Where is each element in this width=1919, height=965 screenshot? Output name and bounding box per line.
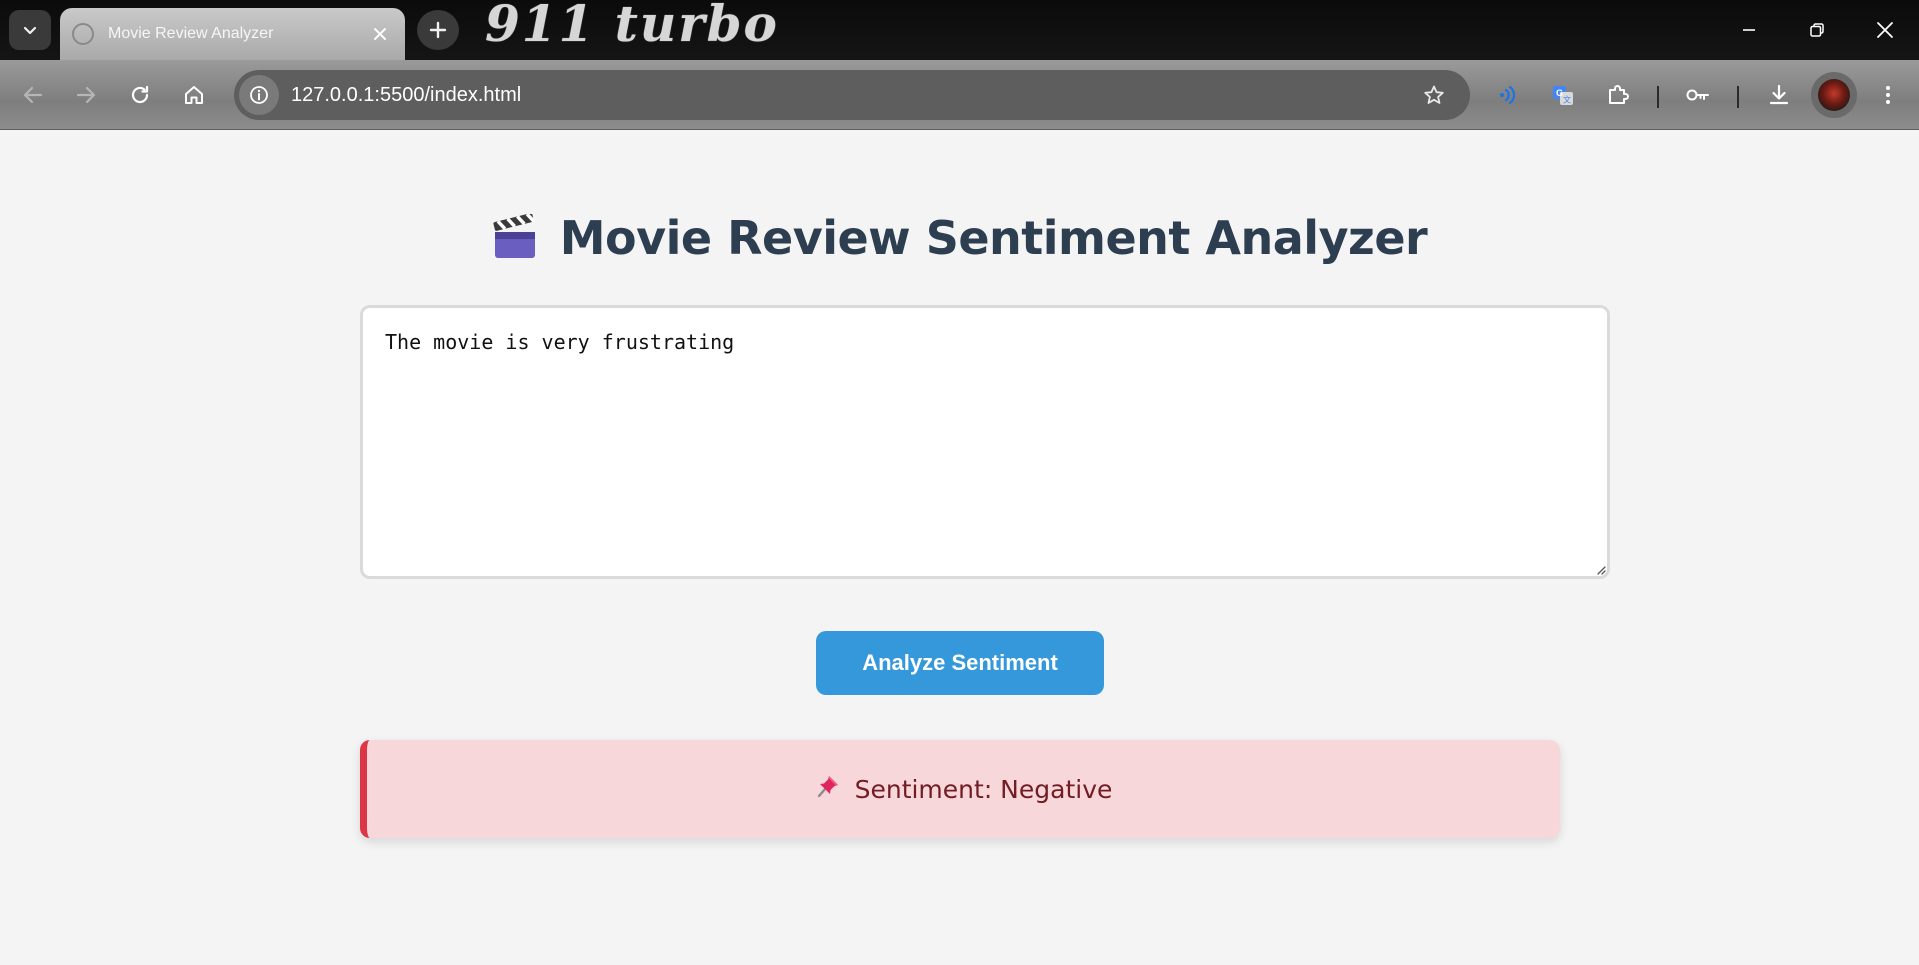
toolbar-divider <box>1737 86 1739 108</box>
close-icon <box>374 28 386 40</box>
downloads-button[interactable] <box>1757 73 1801 117</box>
back-button[interactable] <box>11 73 55 117</box>
translate-icon: G 文 <box>1553 86 1573 105</box>
restore-icon <box>1810 23 1824 37</box>
star-icon <box>1424 85 1444 104</box>
arrow-right-icon <box>76 86 96 104</box>
minimize-button[interactable] <box>1715 0 1783 60</box>
pushpin-icon <box>815 773 841 805</box>
reload-icon <box>131 85 149 104</box>
sentiment-result-text: Sentiment: Negative <box>854 774 1113 804</box>
globe-icon <box>72 23 94 45</box>
password-manager-button[interactable] <box>1676 73 1720 117</box>
clapperboard-icon <box>492 212 538 271</box>
chevron-down-icon <box>23 26 37 35</box>
tab-search-button[interactable] <box>9 10 51 50</box>
bookmark-button[interactable] <box>1412 73 1456 117</box>
tab-close-button[interactable] <box>369 23 391 45</box>
translate-button[interactable]: G 文 <box>1541 73 1585 117</box>
profile-avatar[interactable] <box>1811 72 1857 118</box>
close-icon <box>1877 22 1893 38</box>
resize-handle-icon[interactable] <box>1594 563 1606 575</box>
browser-toolbar: 127.0.0.1:5500/index.html G 文 <box>0 60 1919 130</box>
puzzle-icon <box>1609 85 1629 104</box>
review-input[interactable]: The movie is very frustrating <box>360 305 1610 579</box>
restore-button[interactable] <box>1783 0 1851 60</box>
plus-icon <box>429 21 447 39</box>
tab-title: Movie Review Analyzer <box>108 25 274 42</box>
page-title-text: Movie Review Sentiment Analyzer <box>559 211 1428 265</box>
info-icon <box>250 86 268 104</box>
home-icon <box>185 86 203 104</box>
close-window-button[interactable] <box>1851 0 1919 60</box>
site-info-button[interactable] <box>239 75 279 115</box>
svg-text:G: G <box>1556 88 1563 98</box>
more-vertical-icon <box>1886 86 1890 104</box>
key-icon <box>1686 89 1709 101</box>
sentiment-result: Sentiment: Negative <box>360 740 1560 838</box>
address-bar[interactable]: 127.0.0.1:5500/index.html <box>234 70 1470 120</box>
extensions-button[interactable] <box>1596 73 1640 117</box>
home-button[interactable] <box>172 73 216 117</box>
browser-menu-button[interactable] <box>1866 73 1910 117</box>
svg-text:文: 文 <box>1563 95 1571 105</box>
arrow-left-icon <box>23 86 43 104</box>
avatar-image <box>1818 79 1850 111</box>
theme-brand-text: 911 turbo <box>485 0 779 53</box>
browser-title-bar: Movie Review Analyzer 911 turbo <box>0 0 1919 60</box>
url-text[interactable]: 127.0.0.1:5500/index.html <box>291 84 1412 107</box>
new-tab-button[interactable] <box>417 10 459 50</box>
reload-button[interactable] <box>118 73 162 117</box>
download-icon <box>1769 84 1789 105</box>
analyze-sentiment-button[interactable]: Analyze Sentiment <box>816 631 1104 695</box>
forward-button[interactable] <box>64 73 108 117</box>
read-aloud-icon <box>1500 85 1516 105</box>
minimize-icon <box>1743 29 1755 31</box>
page-content: Movie Review Sentiment Analyzer The movi… <box>0 131 1919 965</box>
toolbar-divider <box>1657 86 1659 108</box>
tab-movie-review-analyzer[interactable]: Movie Review Analyzer <box>60 8 405 60</box>
read-aloud-button[interactable] <box>1486 73 1530 117</box>
page-title: Movie Review Sentiment Analyzer <box>0 211 1919 271</box>
